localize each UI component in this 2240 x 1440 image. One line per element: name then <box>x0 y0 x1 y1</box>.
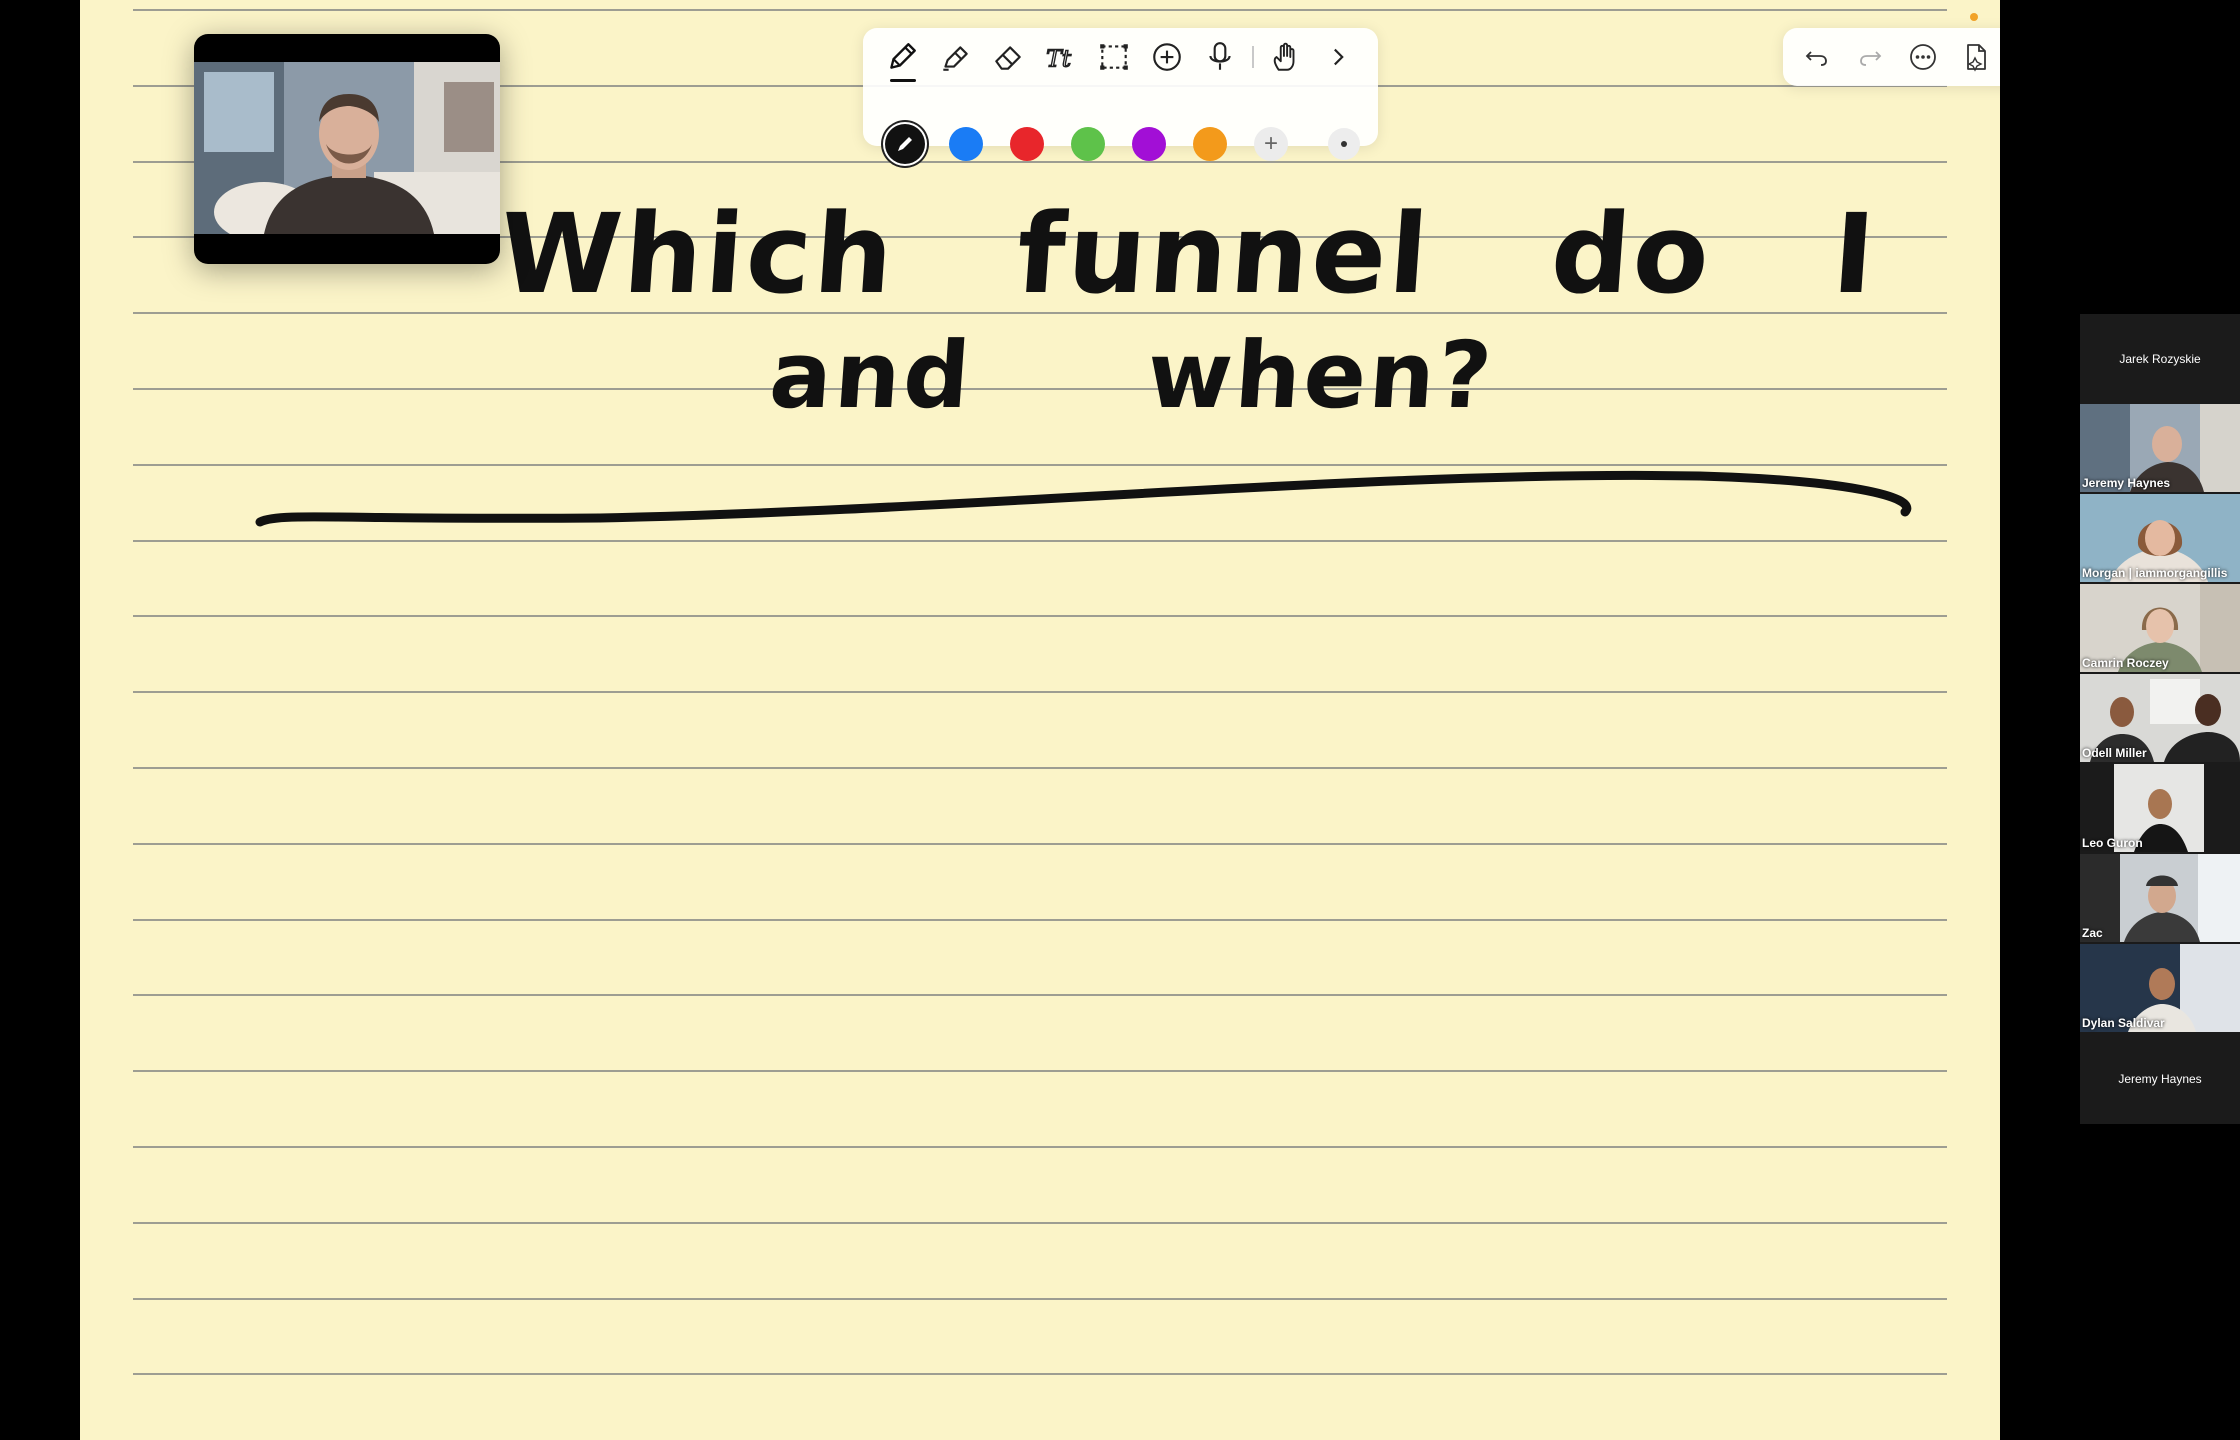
notification-dot <box>1970 13 1978 21</box>
color-swatch-blue[interactable] <box>949 127 983 161</box>
participant-tile[interactable]: Camrin Roczey <box>2080 584 2240 672</box>
text-icon: Tt <box>1045 44 1072 73</box>
highlighter-tool[interactable] <box>934 36 976 78</box>
add-color-button[interactable]: + <box>1254 127 1288 161</box>
participant-name: Jarek Rozyskie <box>2119 352 2201 366</box>
participant-name: Jeremy Haynes <box>2118 1072 2202 1086</box>
participant-video <box>2080 854 2240 942</box>
redo-button[interactable] <box>1850 37 1890 77</box>
notes-page[interactable]: Which funnel do I need and when? Tt + <box>80 0 2000 1440</box>
lasso-tool[interactable] <box>1093 36 1135 78</box>
color-swatch-black[interactable] <box>885 124 925 164</box>
microphone-icon <box>1209 42 1231 70</box>
participant-tile[interactable]: Zac <box>2080 854 2240 942</box>
ruled-line <box>133 1373 1947 1375</box>
color-swatch-green[interactable] <box>1071 127 1105 161</box>
action-bar <box>1783 28 2000 86</box>
participant-tile[interactable]: Jarek Rozyskie <box>2080 314 2240 402</box>
participant-tile[interactable]: Jeremy Haynes <box>2080 404 2240 492</box>
color-swatch-orange[interactable] <box>1193 127 1227 161</box>
redo-icon <box>1860 51 1882 66</box>
screen: Which funnel do I need and when? Tt + Ja… <box>0 0 2240 1440</box>
undo-icon <box>1805 51 1827 66</box>
tool-separator <box>1252 46 1254 68</box>
participant-tile[interactable]: Morgan | iammorgangillis <box>2080 494 2240 582</box>
ruled-line <box>133 540 1947 542</box>
new-page-button[interactable] <box>1956 37 1996 77</box>
new-page-icon <box>1967 44 1986 72</box>
participant-name: Dylan Saldivar <box>2082 1016 2165 1030</box>
text-tool[interactable]: Tt <box>1040 36 1082 78</box>
highlighter-icon <box>943 46 968 71</box>
add-element-tool[interactable] <box>1146 36 1188 78</box>
participant-name: Leo Guron <box>2082 836 2143 850</box>
participant-name: Camrin Roczey <box>2082 656 2169 670</box>
ruled-line <box>133 1298 1947 1300</box>
ruled-line <box>133 1146 1947 1148</box>
ruled-line <box>133 312 1947 314</box>
ruled-line <box>133 615 1947 617</box>
ruled-line <box>133 388 1947 390</box>
pencil-icon <box>898 137 912 151</box>
participant-tile[interactable]: Odell Miller <box>2080 674 2240 762</box>
ruled-line <box>133 9 1947 11</box>
touch-draw-tool[interactable] <box>1264 36 1306 78</box>
touch-icon <box>1273 42 1295 71</box>
color-row: + <box>885 123 1360 165</box>
drawing-toolbar: Tt + <box>863 28 1378 164</box>
ruled-line <box>133 1222 1947 1224</box>
participant-name: Odell Miller <box>2082 746 2147 760</box>
ruled-line <box>133 994 1947 996</box>
microphone-tool[interactable] <box>1199 36 1241 78</box>
ruled-line <box>133 843 1947 845</box>
pencil-icon <box>890 43 916 69</box>
color-swatch-red[interactable] <box>1010 127 1044 161</box>
stroke-size-button[interactable] <box>1328 128 1360 160</box>
presenter-video-frame <box>194 62 500 234</box>
ruled-line <box>133 767 1947 769</box>
lasso-icon <box>1100 44 1128 70</box>
participant-tile[interactable]: Leo Guron <box>2080 764 2240 852</box>
participant-tile[interactable]: Jeremy Haynes <box>2080 1034 2240 1122</box>
participant-name: Zac <box>2082 926 2103 940</box>
undo-button[interactable] <box>1797 37 1837 77</box>
eraser-icon <box>995 46 1021 70</box>
ruled-line <box>133 464 1947 466</box>
stroke-size-dot <box>1341 141 1347 147</box>
add-icon <box>1153 43 1181 71</box>
ruled-line <box>133 919 1947 921</box>
more-tools-button[interactable] <box>1317 36 1359 78</box>
color-swatch-purple[interactable] <box>1132 127 1166 161</box>
chevron-right-icon <box>1334 48 1344 66</box>
more-icon <box>1910 44 1936 70</box>
participant-name: Morgan | iammorgangillis <box>2082 566 2228 580</box>
ruled-line <box>133 691 1947 693</box>
participant-tile[interactable]: Dylan Saldivar <box>2080 944 2240 1032</box>
pencil-tool[interactable] <box>881 36 923 82</box>
tool-row: Tt <box>881 36 1370 82</box>
svg-text:Tt: Tt <box>1046 45 1072 73</box>
eraser-tool[interactable] <box>987 36 1029 78</box>
participant-name: Jeremy Haynes <box>2082 476 2171 490</box>
ruled-line <box>133 1070 1947 1072</box>
more-options-button[interactable] <box>1903 37 1943 77</box>
presenter-video[interactable] <box>194 34 500 264</box>
participant-panel: Jarek Rozyskie Jeremy Haynes Morgan | ia… <box>2080 314 2240 1124</box>
